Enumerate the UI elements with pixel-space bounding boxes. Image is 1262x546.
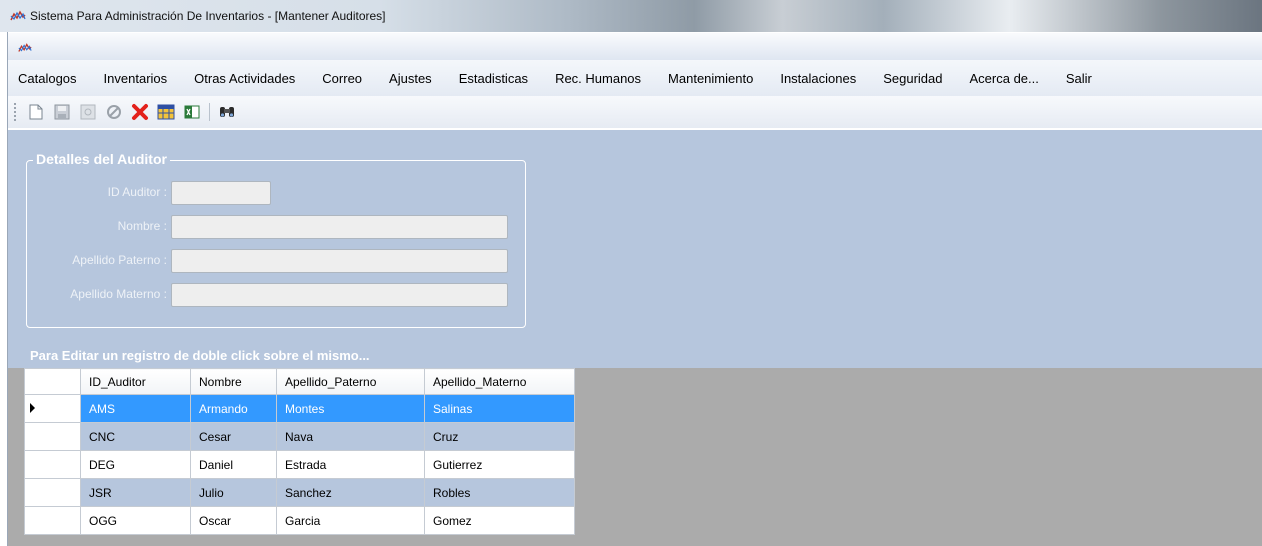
cell-id-auditor[interactable]: AMS bbox=[80, 394, 191, 423]
window-title: Sistema Para Administración De Inventari… bbox=[30, 9, 386, 23]
cell-apellido-paterno[interactable]: Garcia bbox=[276, 506, 425, 535]
save-disabled-icon[interactable] bbox=[77, 101, 99, 123]
title-bar: Sistema Para Administración De Inventari… bbox=[0, 0, 1262, 32]
table-row[interactable]: DEG Daniel Estrada Gutierrez bbox=[24, 450, 575, 479]
menu-seguridad[interactable]: Seguridad bbox=[883, 71, 942, 86]
menu-acerca-de[interactable]: Acerca de... bbox=[970, 71, 1039, 86]
table-row[interactable]: OGG Oscar Garcia Gomez bbox=[24, 506, 575, 535]
row-header[interactable] bbox=[24, 478, 81, 507]
apellido-materno-field[interactable] bbox=[171, 283, 508, 307]
delete-icon[interactable] bbox=[129, 101, 151, 123]
column-header-id-auditor[interactable]: ID_Auditor bbox=[80, 368, 191, 395]
cell-id-auditor[interactable]: JSR bbox=[80, 478, 191, 507]
menu-otras-actividades[interactable]: Otras Actividades bbox=[194, 71, 295, 86]
toolbar-grip[interactable] bbox=[14, 103, 17, 121]
cell-apellido-paterno[interactable]: Sanchez bbox=[276, 478, 425, 507]
auditors-grid[interactable]: ID_Auditor Nombre Apellido_Paterno Apell… bbox=[24, 368, 575, 535]
new-document-icon[interactable] bbox=[25, 101, 47, 123]
column-header-apellido-materno[interactable]: Apellido_Materno bbox=[424, 368, 575, 395]
nombre-label: Nombre : bbox=[117, 219, 167, 233]
data-grid-area: ID_Auditor Nombre Apellido_Paterno Apell… bbox=[8, 368, 1262, 546]
nombre-field[interactable] bbox=[171, 215, 508, 239]
apellido-paterno-label: Apellido Paterno : bbox=[72, 253, 167, 267]
app-icon bbox=[10, 10, 26, 21]
excel-export-icon[interactable] bbox=[181, 101, 203, 123]
grid-corner-header[interactable] bbox=[24, 368, 81, 395]
menu-instalaciones[interactable]: Instalaciones bbox=[780, 71, 856, 86]
id-auditor-field[interactable] bbox=[171, 181, 271, 205]
menu-bar: Catalogos Inventarios Otras Actividades … bbox=[8, 60, 1262, 96]
cell-id-auditor[interactable]: CNC bbox=[80, 422, 191, 451]
toolbar bbox=[8, 96, 1262, 128]
cell-apellido-paterno[interactable]: Estrada bbox=[276, 450, 425, 479]
table-row[interactable]: AMS Armando Montes Salinas bbox=[24, 394, 575, 423]
current-row-arrow-icon bbox=[30, 402, 35, 413]
cell-apellido-materno[interactable]: Robles bbox=[424, 478, 575, 507]
toolbar-separator bbox=[209, 103, 210, 121]
mdi-child-strip bbox=[8, 32, 1262, 60]
menu-correo[interactable]: Correo bbox=[322, 71, 362, 86]
menu-estadisticas[interactable]: Estadisticas bbox=[459, 71, 528, 86]
cell-id-auditor[interactable]: DEG bbox=[80, 450, 191, 479]
row-header[interactable] bbox=[24, 422, 81, 451]
column-header-apellido-paterno[interactable]: Apellido_Paterno bbox=[276, 368, 425, 395]
id-auditor-label: ID Auditor : bbox=[107, 185, 167, 199]
cell-apellido-materno[interactable]: Salinas bbox=[424, 394, 575, 423]
cell-nombre[interactable]: Armando bbox=[190, 394, 277, 423]
table-icon[interactable] bbox=[155, 101, 177, 123]
cell-nombre[interactable]: Daniel bbox=[190, 450, 277, 479]
menu-salir[interactable]: Salir bbox=[1066, 71, 1092, 86]
cell-apellido-paterno[interactable]: Nava bbox=[276, 422, 425, 451]
cell-nombre[interactable]: Cesar bbox=[190, 422, 277, 451]
cancel-icon[interactable] bbox=[103, 101, 125, 123]
cell-apellido-materno[interactable]: Gomez bbox=[424, 506, 575, 535]
apellido-paterno-field[interactable] bbox=[171, 249, 508, 273]
window-left-border bbox=[0, 32, 8, 546]
apellido-materno-label: Apellido Materno : bbox=[70, 287, 167, 301]
row-header-selected[interactable] bbox=[24, 394, 81, 423]
cell-nombre[interactable]: Julio bbox=[190, 478, 277, 507]
menu-inventarios[interactable]: Inventarios bbox=[104, 71, 168, 86]
cell-apellido-paterno[interactable]: Montes bbox=[276, 394, 425, 423]
binoculars-search-icon[interactable] bbox=[216, 101, 238, 123]
cell-apellido-materno[interactable]: Gutierrez bbox=[424, 450, 575, 479]
table-row[interactable]: JSR Julio Sanchez Robles bbox=[24, 478, 575, 507]
auditor-details-group: Detalles del Auditor ID Auditor : Nombre… bbox=[26, 151, 526, 328]
mdi-child-icon[interactable] bbox=[18, 42, 32, 54]
cell-nombre[interactable]: Oscar bbox=[190, 506, 277, 535]
menu-ajustes[interactable]: Ajustes bbox=[389, 71, 432, 86]
group-legend: Detalles del Auditor bbox=[33, 151, 170, 167]
column-header-nombre[interactable]: Nombre bbox=[190, 368, 277, 395]
row-header[interactable] bbox=[24, 450, 81, 479]
row-header[interactable] bbox=[24, 506, 81, 535]
menu-rec-humanos[interactable]: Rec. Humanos bbox=[555, 71, 641, 86]
menu-catalogos[interactable]: Catalogos bbox=[18, 71, 77, 86]
cell-id-auditor[interactable]: OGG bbox=[80, 506, 191, 535]
table-row[interactable]: CNC Cesar Nava Cruz bbox=[24, 422, 575, 451]
edit-hint-text: Para Editar un registro de doble click s… bbox=[30, 348, 370, 363]
save-icon[interactable] bbox=[51, 101, 73, 123]
menu-mantenimiento[interactable]: Mantenimiento bbox=[668, 71, 753, 86]
cell-apellido-materno[interactable]: Cruz bbox=[424, 422, 575, 451]
details-panel: Detalles del Auditor ID Auditor : Nombre… bbox=[8, 128, 1262, 368]
